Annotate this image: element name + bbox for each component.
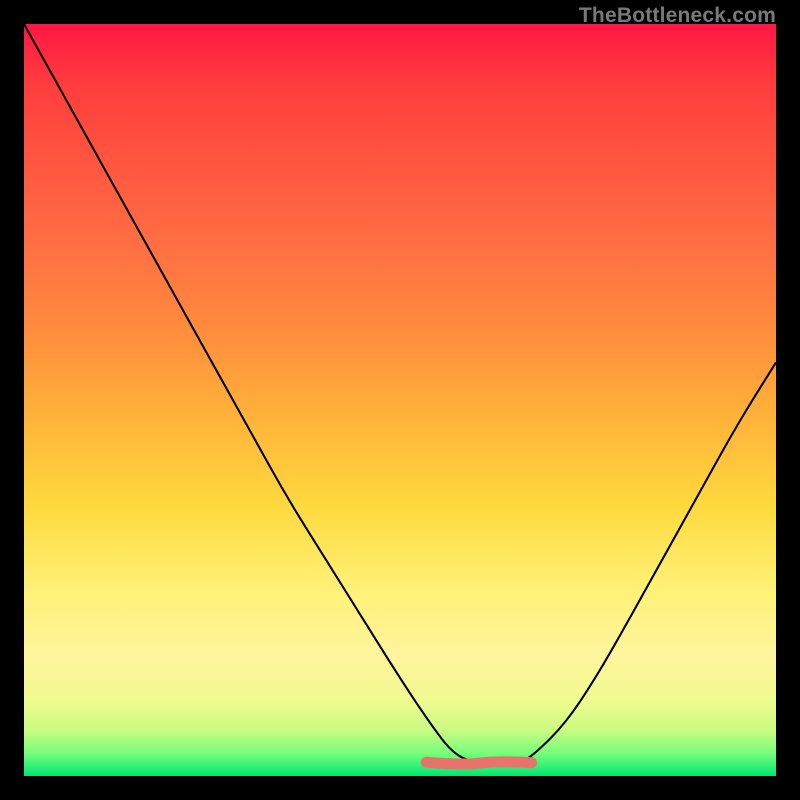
bottleneck-curve: [24, 24, 776, 764]
watermark: TheBottleneck.com: [579, 4, 776, 28]
bottleneck-chart: [24, 24, 776, 776]
valley-highlight: [426, 762, 531, 764]
